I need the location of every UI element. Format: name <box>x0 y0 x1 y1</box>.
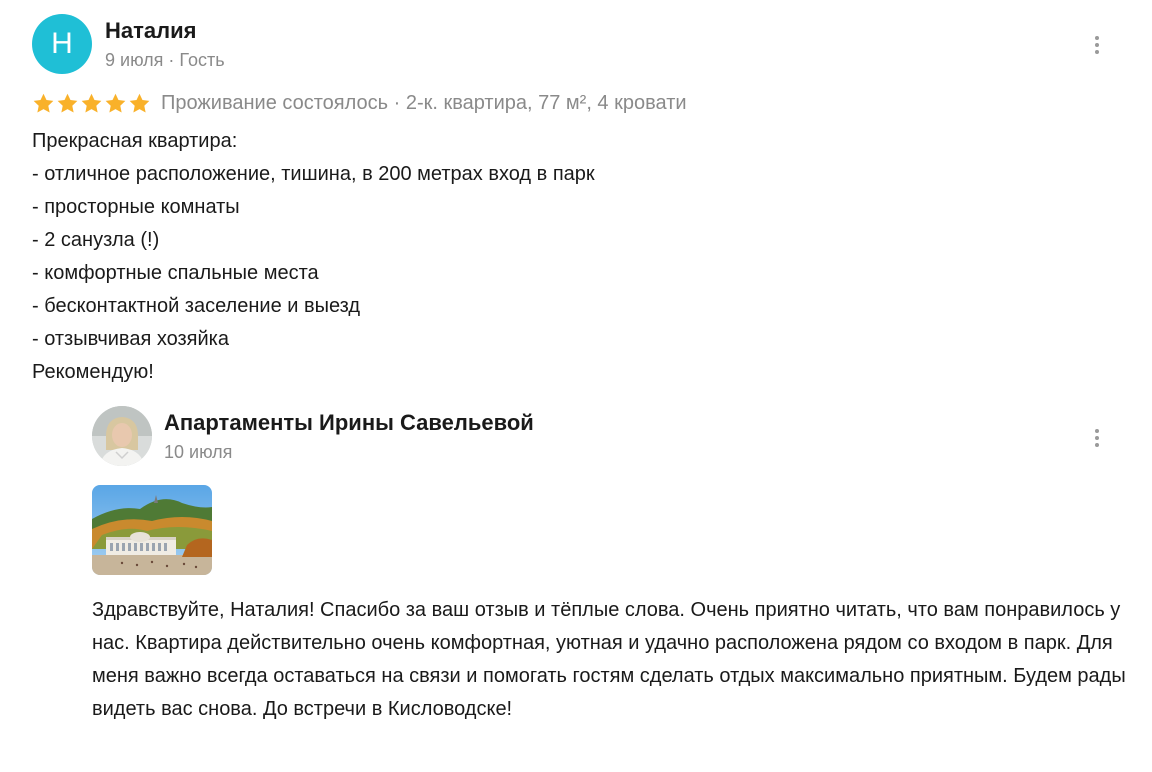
star-icon <box>129 93 150 113</box>
review-card: Н Наталия 9 июля · Гость Проживание сост… <box>0 0 1152 772</box>
review-text-line: - 2 санузла (!) <box>32 229 160 251</box>
star-icon <box>57 93 78 113</box>
reply-photo[interactable] <box>92 485 212 575</box>
review-text: Прекрасная квартира: - отличное располож… <box>32 125 1112 389</box>
review-text-line: - комфортные спальные места <box>32 262 319 284</box>
star-icon <box>105 93 126 113</box>
star-icon <box>81 93 102 113</box>
author-name[interactable]: Наталия <box>105 18 196 44</box>
more-vertical-icon[interactable] <box>1087 424 1107 452</box>
review-text-line: Прекрасная квартира: <box>32 130 238 152</box>
review-text-line: Рекомендую! <box>32 361 154 383</box>
more-vertical-icon[interactable] <box>1087 31 1107 59</box>
author-avatar[interactable]: Н <box>32 14 92 74</box>
reply-date: 10 июля <box>164 442 233 462</box>
rating-row: Проживание состоялось · 2-к. квартира, 7… <box>32 90 687 116</box>
review-text-line: - просторные комнаты <box>32 196 240 218</box>
star-rating <box>32 92 151 115</box>
review-date-meta: 9 июля · Гость <box>105 50 225 70</box>
review-text-line: - бесконтактной заселение и выезд <box>32 295 361 317</box>
owner-name[interactable]: Апартаменты Ирины Савельевой <box>164 410 534 436</box>
stay-info: Проживание состоялось · 2-к. квартира, 7… <box>161 91 687 114</box>
review-text-line: - отзывчивая хозяйка <box>32 328 229 350</box>
reply-text: Здравствуйте, Наталия! Спасибо за ваш от… <box>92 599 1126 720</box>
owner-avatar[interactable] <box>92 406 152 466</box>
review-text-line: - отличное расположение, тишина, в 200 м… <box>32 163 595 185</box>
star-icon <box>33 93 54 113</box>
